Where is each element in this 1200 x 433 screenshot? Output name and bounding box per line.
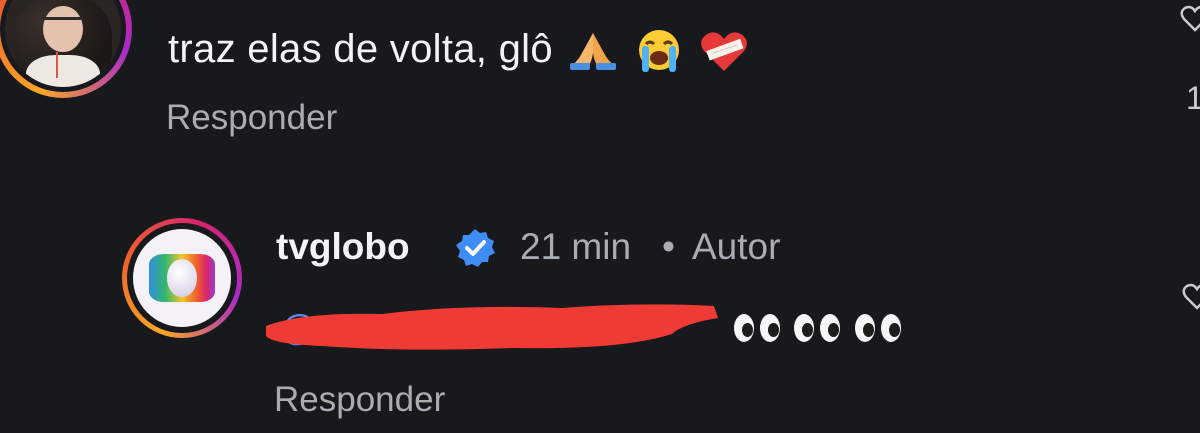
like-icon[interactable] bbox=[1182, 282, 1200, 310]
reply-button[interactable]: Responder bbox=[274, 378, 445, 422]
crying-face-icon bbox=[638, 30, 679, 73]
verified-badge-icon bbox=[456, 229, 495, 267]
avatar-photo bbox=[5, 0, 121, 87]
separator-dot: • bbox=[662, 226, 675, 267]
folded-hands-icon bbox=[570, 33, 617, 71]
like-icon[interactable] bbox=[1180, 4, 1200, 32]
author-badge: Autor bbox=[692, 226, 781, 267]
comment-body: traz elas de volta, glô bbox=[168, 24, 749, 74]
comment-text: traz elas de volta, glô bbox=[168, 27, 553, 71]
commenter-avatar[interactable] bbox=[0, 0, 132, 98]
eyes-icon bbox=[734, 314, 786, 342]
tvglobo-avatar[interactable] bbox=[122, 218, 242, 338]
globo-logo bbox=[133, 229, 231, 327]
comments-screen: traz elas de volta, glô Responder 1 tvgl… bbox=[0, 0, 1200, 433]
comment-time: 21 min bbox=[520, 226, 632, 267]
redaction-mark bbox=[266, 304, 718, 350]
eyes-emojis bbox=[734, 314, 911, 344]
eyes-icon bbox=[794, 314, 846, 342]
like-count: 1 bbox=[1186, 80, 1200, 116]
reply-button[interactable]: Responder bbox=[166, 96, 337, 140]
username[interactable]: tvglobo bbox=[276, 224, 410, 270]
eyes-icon bbox=[854, 314, 907, 342]
mending-heart-icon bbox=[701, 32, 748, 72]
